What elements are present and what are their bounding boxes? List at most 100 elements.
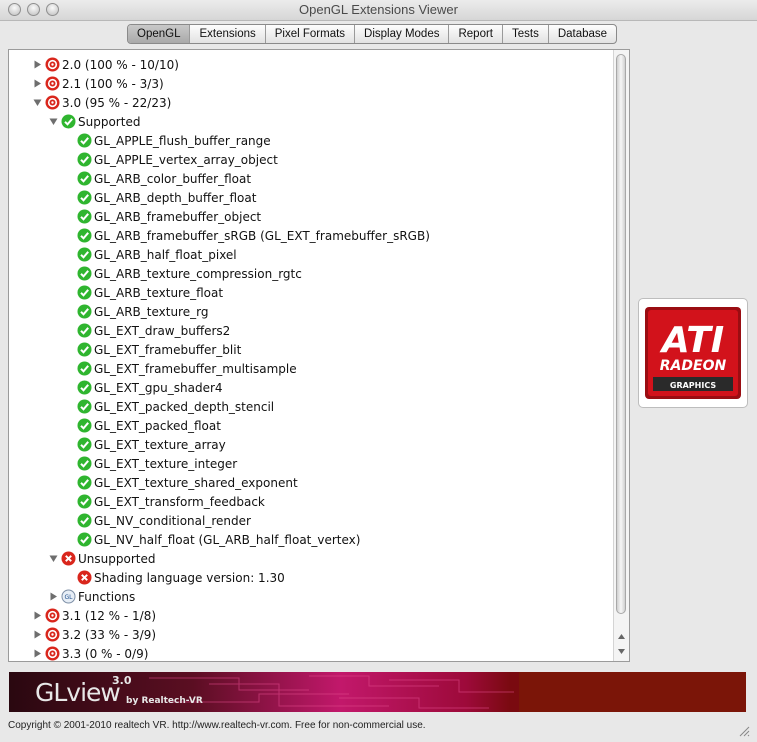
extension-item[interactable]: GL_EXT_gpu_shader4 <box>77 378 223 397</box>
tree-label: GL_APPLE_flush_buffer_range <box>94 133 271 148</box>
extension-item[interactable]: GL_EXT_transform_feedback <box>77 492 265 511</box>
disclosure-expanded-icon[interactable] <box>31 97 43 109</box>
tree-label: GL_NV_conditional_render <box>94 513 251 528</box>
version-node[interactable]: 2.1 (100 % - 3/3) <box>31 74 164 93</box>
tree-label: GL_EXT_packed_depth_stencil <box>94 399 275 414</box>
scroll-up-arrow-icon[interactable] <box>617 632 626 641</box>
unsupported-item[interactable]: Shading language version: 1.30 <box>77 568 285 587</box>
checkmark-icon <box>77 456 92 471</box>
checkmark-icon <box>77 418 92 433</box>
extension-item[interactable]: GL_ARB_texture_float <box>77 283 223 302</box>
disclosure-collapsed-icon[interactable] <box>31 78 43 90</box>
extension-item[interactable]: GL_EXT_framebuffer_multisample <box>77 359 297 378</box>
tree-label: GL_ARB_half_float_pixel <box>94 247 237 262</box>
tree-label: GL_EXT_framebuffer_blit <box>94 342 242 357</box>
extension-item[interactable]: GL_ARB_framebuffer_sRGB (GL_EXT_framebuf… <box>77 226 430 245</box>
tree-label: GL_ARB_depth_buffer_float <box>94 190 257 205</box>
tree-label: GL_EXT_texture_array <box>94 437 226 452</box>
extension-item[interactable]: GL_EXT_texture_array <box>77 435 226 454</box>
extension-item[interactable]: GL_APPLE_vertex_array_object <box>77 150 278 169</box>
checkmark-icon <box>77 133 92 148</box>
extension-item[interactable]: GL_EXT_texture_integer <box>77 454 237 473</box>
extension-item[interactable]: GL_ARB_texture_rg <box>77 302 208 321</box>
disclosure-expanded-icon[interactable] <box>47 116 59 128</box>
extension-item[interactable]: GL_NV_half_float (GL_ARB_half_float_vert… <box>77 530 360 549</box>
supported-group[interactable]: Supported <box>47 112 140 131</box>
checkmark-icon <box>77 342 92 357</box>
checkmark-icon <box>77 513 92 528</box>
disclosure-collapsed-icon[interactable] <box>31 648 43 660</box>
disclosure-collapsed-icon[interactable] <box>31 629 43 641</box>
checkmark-icon <box>77 228 92 243</box>
tree-label: GL_ARB_texture_compression_rgtc <box>94 266 302 281</box>
scrollbar-thumb[interactable] <box>616 54 626 614</box>
version-node[interactable]: 3.0 (95 % - 22/23) <box>31 93 171 112</box>
tree-label: GL_APPLE_vertex_array_object <box>94 152 278 167</box>
tree-label: Functions <box>78 589 136 604</box>
tree-label: Supported <box>78 114 141 129</box>
tree-label: GL_EXT_packed_float <box>94 418 221 433</box>
gpu-vendor-logo: ATI RADEON GRAPHICS <box>638 298 748 408</box>
unsupported-group[interactable]: Unsupported <box>47 549 155 568</box>
tab-database[interactable]: Database <box>547 25 616 43</box>
tree-label: GL_EXT_framebuffer_multisample <box>94 361 297 376</box>
extension-item[interactable]: GL_ARB_half_float_pixel <box>77 245 237 264</box>
tree-label: GL_ARB_framebuffer_object <box>94 209 262 224</box>
scroll-down-arrow-icon[interactable] <box>617 647 626 656</box>
tree-label: 3.0 (95 % - 22/23) <box>62 95 172 110</box>
disclosure-collapsed-icon[interactable] <box>31 610 43 622</box>
tab-extensions[interactable]: Extensions <box>189 25 264 43</box>
checkmark-icon <box>77 399 92 414</box>
tree-label: GL_ARB_texture_float <box>94 285 224 300</box>
disclosure-collapsed-icon[interactable] <box>47 591 59 603</box>
checkmark-icon <box>77 380 92 395</box>
tree-label: GL_EXT_transform_feedback <box>94 494 265 509</box>
tab-display-modes[interactable]: Display Modes <box>354 25 448 43</box>
version-node[interactable]: 2.0 (100 % - 10/10) <box>31 55 179 74</box>
checkmark-icon <box>77 361 92 376</box>
extension-item[interactable]: GL_ARB_framebuffer_object <box>77 207 261 226</box>
tab-report[interactable]: Report <box>448 25 502 43</box>
target-icon <box>45 608 60 623</box>
functions-group[interactable]: GL Functions <box>47 587 135 606</box>
extension-item[interactable]: GL_APPLE_flush_buffer_range <box>77 131 271 150</box>
version-node[interactable]: 3.3 (0 % - 0/9) <box>31 644 148 661</box>
logo-line3-text: GRAPHICS <box>670 381 716 390</box>
extension-item[interactable]: GL_ARB_depth_buffer_float <box>77 188 256 207</box>
checkmark-icon <box>77 209 92 224</box>
checkmark-icon <box>77 152 92 167</box>
disclosure-collapsed-icon[interactable] <box>31 59 43 71</box>
extension-item[interactable]: GL_EXT_draw_buffers2 <box>77 321 230 340</box>
tab-opengl[interactable]: OpenGL <box>128 25 190 43</box>
svg-text:GL: GL <box>65 594 74 601</box>
error-x-icon <box>77 570 92 585</box>
tree-label: GL_EXT_texture_integer <box>94 456 238 471</box>
tab-tests[interactable]: Tests <box>502 25 548 43</box>
opengl-version-tree[interactable]: 2.0 (100 % - 10/10) 2.1 (100 % - 3/3) 3.0 … <box>8 49 630 662</box>
tree-label: GL_ARB_texture_rg <box>94 304 209 319</box>
resize-grip-icon[interactable] <box>737 724 750 737</box>
window-title: OpenGL Extensions Viewer <box>299 2 458 17</box>
disclosure-expanded-icon[interactable] <box>47 553 59 565</box>
tab-pixel-formats[interactable]: Pixel Formats <box>264 25 354 43</box>
extension-item[interactable]: GL_ARB_color_buffer_float <box>77 169 251 188</box>
extension-item[interactable]: GL_NV_conditional_render <box>77 511 251 530</box>
logo-brand-text: ATI <box>659 320 724 361</box>
target-icon <box>45 57 60 72</box>
vertical-scrollbar[interactable] <box>613 50 629 661</box>
extension-item[interactable]: GL_EXT_texture_shared_exponent <box>77 473 298 492</box>
tree-label: GL_ARB_framebuffer_sRGB (GL_EXT_framebuf… <box>94 228 430 243</box>
version-node[interactable]: 3.2 (33 % - 3/9) <box>31 625 156 644</box>
extension-item[interactable]: GL_EXT_framebuffer_blit <box>77 340 241 359</box>
extension-item[interactable]: GL_ARB_texture_compression_rgtc <box>77 264 302 283</box>
target-icon <box>45 627 60 642</box>
tree-label: Unsupported <box>78 551 156 566</box>
extension-item[interactable]: GL_EXT_packed_depth_stencil <box>77 397 274 416</box>
tree-label: Shading language version: 1.30 <box>94 570 285 585</box>
functions-icon: GL <box>61 589 76 604</box>
version-node[interactable]: 3.1 (12 % - 1/8) <box>31 606 156 625</box>
copyright-footer[interactable]: Copyright © 2001-2010 realtech VR. http:… <box>8 720 426 731</box>
extension-item[interactable]: GL_EXT_packed_float <box>77 416 221 435</box>
tree-label: GL_ARB_color_buffer_float <box>94 171 252 186</box>
checkmark-icon <box>77 285 92 300</box>
